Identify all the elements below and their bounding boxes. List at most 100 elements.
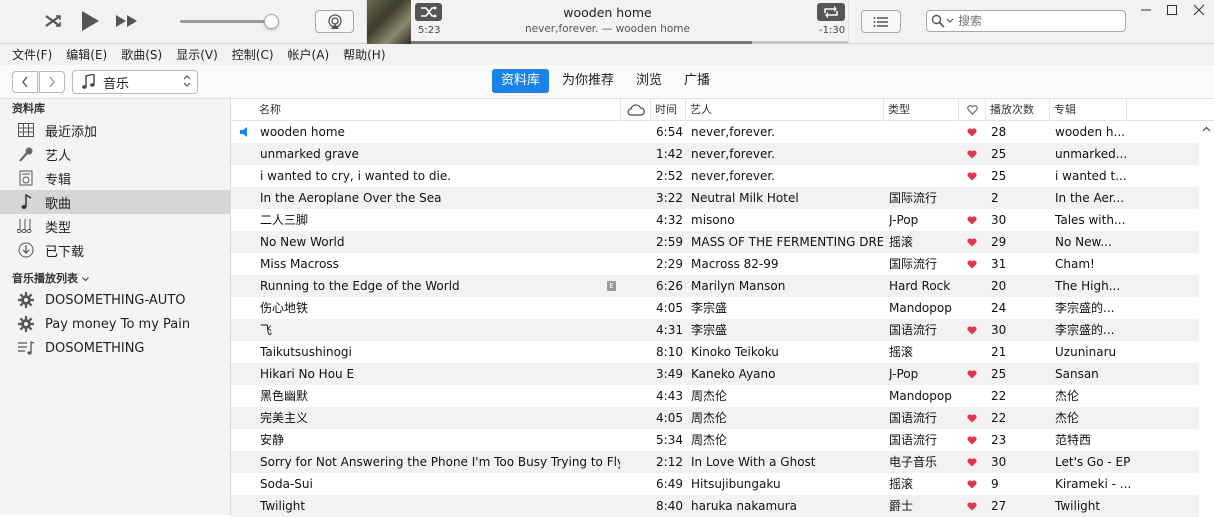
search-input[interactable] bbox=[958, 14, 1118, 28]
sidebar-item-albums[interactable]: 专辑 bbox=[0, 166, 230, 190]
heart-icon[interactable] bbox=[966, 429, 978, 451]
menu-song[interactable]: 歌曲(S) bbox=[121, 46, 162, 63]
vertical-scrollbar[interactable] bbox=[1199, 121, 1214, 515]
song-artist: Kaneko Ayano bbox=[691, 367, 776, 381]
maximize-button[interactable] bbox=[1159, 0, 1185, 20]
table-row[interactable]: Soda-Sui 6:49 Hitsujibungaku 摇滚 9 Kirameki - … bbox=[231, 473, 1199, 495]
table-row[interactable]: Hikari No Hou E 3:49 Kaneko Ayano J-Pop 25 Sa… bbox=[231, 363, 1199, 385]
playlist-icon bbox=[17, 339, 35, 357]
song-time: 2:59 bbox=[656, 235, 683, 249]
column-header-genre[interactable]: 类型 bbox=[884, 99, 959, 121]
up-next-button[interactable] bbox=[861, 10, 901, 33]
repeat-button[interactable] bbox=[817, 3, 845, 21]
heart-icon[interactable] bbox=[966, 209, 978, 231]
column-header-album[interactable]: 专辑 bbox=[1050, 99, 1127, 121]
close-button[interactable] bbox=[1186, 0, 1212, 20]
search-box[interactable] bbox=[926, 10, 1126, 32]
sidebar-item-recently-added[interactable]: 最近添加 bbox=[0, 118, 230, 142]
table-row[interactable]: 完美主义 4:05 周杰伦 国语流行 22 杰伦 bbox=[231, 407, 1199, 429]
table-row[interactable]: Running to the Edge of the World E 6:26 Mar… bbox=[231, 275, 1199, 297]
column-header-name[interactable]: 名称 bbox=[255, 99, 621, 121]
heart-icon[interactable] bbox=[966, 495, 978, 517]
heart-icon[interactable] bbox=[966, 121, 978, 143]
sidebar-item-downloaded[interactable]: 已下载 bbox=[0, 238, 230, 262]
menu-view[interactable]: 显示(V) bbox=[176, 46, 218, 63]
heart-icon[interactable] bbox=[966, 253, 978, 275]
back-button[interactable] bbox=[12, 71, 38, 93]
heart-icon[interactable] bbox=[966, 231, 978, 253]
table-row[interactable]: wooden home 6:54 never,forever. 28 wooden h.… bbox=[231, 121, 1199, 143]
heart-icon[interactable] bbox=[966, 363, 978, 385]
song-album: 李宗盛的... bbox=[1055, 301, 1115, 315]
song-genre: J-Pop bbox=[889, 367, 919, 381]
table-row[interactable]: In the Aeroplane Over the Sea 3:22 Neutral… bbox=[231, 187, 1199, 209]
tab-library[interactable]: 资料库 bbox=[492, 69, 550, 93]
table-row[interactable]: 二人三脚 4:32 misono J-Pop 30 Tales with... bbox=[231, 209, 1199, 231]
column-header-time[interactable]: 时间 bbox=[651, 99, 686, 121]
song-name: In the Aeroplane Over the Sea bbox=[260, 191, 442, 205]
sidebar-playlist-dosomething-auto[interactable]: DOSOMETHING-AUTO bbox=[0, 288, 230, 312]
song-album: 范特西 bbox=[1055, 433, 1092, 447]
menu-edit[interactable]: 编辑(E) bbox=[66, 46, 107, 63]
cloud-column-header[interactable] bbox=[621, 99, 651, 121]
play-button[interactable] bbox=[77, 8, 103, 34]
shuffle-mini-icon[interactable] bbox=[40, 8, 66, 34]
column-header-artist[interactable]: 艺人 bbox=[686, 99, 884, 121]
table-row[interactable]: unmarked grave 1:42 never,forever. 25 unmark… bbox=[231, 143, 1199, 165]
table-row[interactable]: 安静 5:34 周杰伦 国语流行 23 范特西 bbox=[231, 429, 1199, 451]
sidebar-item-songs[interactable]: 歌曲 bbox=[0, 190, 230, 214]
sidebar-item-genres[interactable]: 类型 bbox=[0, 214, 230, 238]
song-artist: MASS OF THE FERMENTING DREGS bbox=[691, 235, 883, 249]
song-artist: never,forever. bbox=[691, 169, 775, 183]
heart-icon[interactable] bbox=[966, 407, 978, 429]
shuffle-button[interactable] bbox=[415, 3, 442, 21]
tab-for-you[interactable]: 为你推荐 bbox=[553, 69, 623, 93]
heart-icon[interactable] bbox=[966, 143, 978, 165]
song-genre bbox=[889, 165, 959, 187]
song-genre bbox=[889, 143, 959, 165]
menu-bar: 文件(F) 编辑(E) 歌曲(S) 显示(V) 控制(C) 帐户(A) 帮助(H… bbox=[0, 44, 1214, 65]
heart-icon[interactable] bbox=[966, 451, 978, 473]
volume-knob[interactable] bbox=[264, 14, 279, 29]
menu-file[interactable]: 文件(F) bbox=[12, 46, 52, 63]
sidebar-item-label: 艺人 bbox=[45, 148, 72, 164]
song-album: Cham! bbox=[1055, 257, 1095, 271]
heart-icon[interactable] bbox=[966, 165, 978, 187]
tab-radio[interactable]: 广播 bbox=[675, 69, 719, 93]
song-name: 完美主义 bbox=[260, 411, 309, 425]
table-row[interactable]: Miss Macross 2:29 Macross 82-99 国际流行 31 Cham! bbox=[231, 253, 1199, 275]
song-time: 4:05 bbox=[656, 301, 683, 315]
tab-bar: 资料库 为你推荐 浏览 广播 bbox=[492, 69, 723, 93]
forward-button[interactable] bbox=[39, 71, 65, 93]
menu-help[interactable]: 帮助(H) bbox=[343, 46, 385, 63]
table-row[interactable]: Taikutsushinogi 8:10 Kinoko Teikoku 摇滚 21 Uzu… bbox=[231, 341, 1199, 363]
heart-column-header[interactable] bbox=[959, 99, 986, 121]
tab-browse[interactable]: 浏览 bbox=[627, 69, 671, 93]
table-row[interactable]: Twilight 8:40 haruka nakamura 爵士 27 Twilight bbox=[231, 495, 1199, 517]
heart-icon[interactable] bbox=[966, 319, 978, 341]
song-album: In the Aer... bbox=[1055, 191, 1125, 205]
media-kind-selector[interactable]: 音乐 bbox=[72, 70, 198, 94]
column-header-plays[interactable]: 播放次数 bbox=[986, 99, 1050, 121]
table-row[interactable]: 黑色幽默 4:43 周杰伦 Mandopop 22 杰伦 bbox=[231, 385, 1199, 407]
sidebar-playlist-dosomething[interactable]: DOSOMETHING bbox=[0, 336, 230, 360]
table-row[interactable]: 飞 4:31 李宗盛 国语流行 30 李宗盛的... bbox=[231, 319, 1199, 341]
fast-forward-button[interactable] bbox=[114, 8, 140, 34]
playlists-header[interactable]: 音乐播放列表 bbox=[0, 270, 230, 288]
table-row[interactable]: i wanted to cry, i wanted to die. 2:52 nev… bbox=[231, 165, 1199, 187]
volume-slider[interactable] bbox=[180, 20, 272, 23]
minimize-button[interactable] bbox=[1133, 0, 1159, 20]
table-row[interactable]: Sorry for Not Answering the Phone I'm To… bbox=[231, 451, 1199, 473]
scroll-up-arrow-icon[interactable] bbox=[1202, 125, 1211, 135]
song-time: 6:54 bbox=[656, 125, 683, 139]
table-row[interactable]: No New World 2:59 MASS OF THE FERMENTING D… bbox=[231, 231, 1199, 253]
heart-icon[interactable] bbox=[966, 473, 978, 495]
menu-account[interactable]: 帐户(A) bbox=[288, 46, 330, 63]
airplay-button[interactable] bbox=[315, 10, 354, 33]
sidebar-item-artists[interactable]: 艺人 bbox=[0, 142, 230, 166]
menu-controls[interactable]: 控制(C) bbox=[232, 46, 274, 63]
table-row[interactable]: 伤心地铁 4:05 李宗盛 Mandopop 24 李宗盛的... bbox=[231, 297, 1199, 319]
album-artwork[interactable] bbox=[367, 0, 411, 44]
song-time: 4:43 bbox=[656, 389, 683, 403]
sidebar-playlist-pay-money[interactable]: Pay money To my Pain bbox=[0, 312, 230, 336]
